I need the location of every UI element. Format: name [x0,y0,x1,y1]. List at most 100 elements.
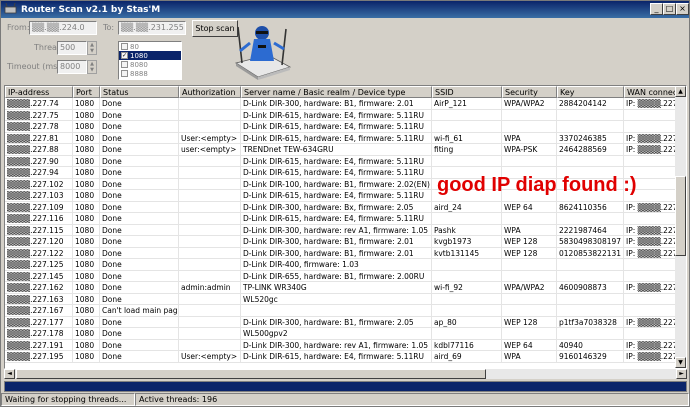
timeout-input[interactable]: 8000 [57,60,87,74]
cell-server-name: D-Link DIR-615, hardware: E4, firmware: … [241,351,432,363]
cell-ssid: fiting [432,144,502,156]
cell-authorization [179,224,241,236]
checkbox-icon[interactable] [121,43,128,50]
cell-key [557,293,624,305]
table-row[interactable]: ▒▒▒▒.227.145 1080 Done D-Link DIR-655, hard… [5,270,679,282]
cell-wan [624,259,679,271]
table-row[interactable]: ▒▒▒▒.227.195 1080 Done User:<empty> D-Link D… [5,351,679,363]
cell-ssid [432,121,502,133]
title-bar[interactable]: Router Scan v2.1 by Stas'M _ □ × [1,1,689,18]
table-row[interactable]: ▒▒▒▒.227.178 1080 Done WL500gpv2 [5,328,679,340]
cell-port: 1080 [73,155,100,167]
maximize-button[interactable]: □ [663,3,676,15]
threads-spinner[interactable]: ▲ ▼ [87,41,97,55]
table-row[interactable]: ▒▒▒▒.227.116 1080 Done D-Link DIR-615, hard… [5,213,679,225]
checkbox-icon[interactable] [121,61,128,68]
table-row[interactable]: ▒▒▒▒.227.88 1080 Done user:<empty> TRENDnet … [5,144,679,156]
table-row[interactable]: ▒▒▒▒.227.115 1080 Done D-Link DIR-300, hard… [5,224,679,236]
table-row[interactable]: ▒▒▒▒.227.162 1080 Done admin:admin TP-LINK W… [5,282,679,294]
status-bar: Waiting for stopping threads... Active t… [1,393,689,407]
cell-ssid [432,109,502,121]
cell-authorization: User:<empty> [179,132,241,144]
to-input[interactable]: ▒▒.▒▒.231.255 [118,21,186,35]
table-row[interactable]: ▒▒▒▒.227.78 1080 Done D-Link DIR-615, hardw… [5,121,679,133]
cell-authorization [179,328,241,340]
cell-status: Done [100,247,179,259]
timeout-spinner[interactable]: ▲ ▼ [87,60,97,74]
scroll-up-icon[interactable]: ▲ [675,86,686,97]
cell-status: Done [100,190,179,202]
scroll-down-icon[interactable]: ▼ [675,357,686,368]
column-header-ssid[interactable]: SSID [432,86,502,98]
table-row[interactable]: ▒▒▒▒.227.109 1080 Done D-Link DIR-300, hard… [5,201,679,213]
column-header-authorization[interactable]: Authorization [179,86,241,98]
cell-authorization [179,201,241,213]
cell-ip: ▒▒▒▒.227.163 [5,293,73,305]
vertical-scroll-thumb[interactable] [675,176,686,256]
column-header-key[interactable]: Key [557,86,624,98]
cell-ssid: kdbl77116 [432,339,502,351]
cell-key: 9160146329 [557,351,624,363]
cell-status: Done [100,155,179,167]
table-row[interactable]: ▒▒▒▒.227.90 1080 Done D-Link DIR-615, hardw… [5,155,679,167]
table-row[interactable]: ▒▒▒▒.227.177 1080 Done D-Link DIR-300, hard… [5,316,679,328]
cell-ip: ▒▒▒▒.227.145 [5,270,73,282]
threads-input[interactable]: 500 [57,41,87,55]
column-header-server-name[interactable]: Server name / Basic realm / Device type [241,86,432,98]
cell-ssid [432,305,502,317]
cell-port: 1080 [73,351,100,363]
cell-ssid: kvtb131145 [432,247,502,259]
port-item-1080[interactable]: ✓ 1080 [119,51,181,60]
column-header-port[interactable]: Port [73,86,100,98]
table-row[interactable]: ▒▒▒▒.227.74 1080 Done D-Link DIR-300, hardw… [5,98,679,110]
window-title: Router Scan v2.1 by Stas'M [21,4,161,15]
checkbox-icon[interactable] [121,70,128,77]
port-item-8888[interactable]: 8888 [119,69,181,78]
cell-port: 1080 [73,121,100,133]
column-header-status[interactable]: Status [100,86,179,98]
cell-port: 1080 [73,328,100,340]
cell-ssid: aird_24 [432,201,502,213]
column-header-security[interactable]: Security [502,86,557,98]
cell-wan [624,270,679,282]
scroll-left-icon[interactable]: ◄ [4,369,15,379]
table-row[interactable]: ▒▒▒▒.227.75 1080 Done D-Link DIR-615, hardw… [5,109,679,121]
column-header-wan[interactable]: WAN connection [624,86,679,98]
cell-wan [624,155,679,167]
table-row[interactable]: ▒▒▒▒.227.191 1080 Done D-Link DIR-300, hard… [5,339,679,351]
port-item-80[interactable]: 80 [119,42,181,51]
port-list[interactable]: 80 ✓ 1080 8080 8888 [118,41,182,80]
checkbox-checked-icon[interactable]: ✓ [121,52,128,59]
table-row[interactable]: ▒▒▒▒.227.81 1080 Done User:<empty> D-Link DI… [5,132,679,144]
table-row[interactable]: ▒▒▒▒.227.122 1080 Done D-Link DIR-300, hard… [5,247,679,259]
cell-server-name: D-Link DIR-300, hardware: rev A1, firmwa… [241,224,432,236]
scroll-right-icon[interactable]: ► [676,369,687,379]
stop-scan-button[interactable]: Stop scan [192,20,238,37]
table-row[interactable]: ▒▒▒▒.227.163 1080 Done WL520gc [5,293,679,305]
cell-status: Done [100,351,179,363]
vertical-scrollbar[interactable]: ▲ ▼ [675,86,686,368]
horizontal-scrollbar[interactable]: ◄ ► [4,369,687,379]
horizontal-scroll-thumb[interactable] [16,369,486,379]
table-row[interactable]: ▒▒▒▒.227.125 1080 Done D-Link DIR-400, firm… [5,259,679,271]
from-input[interactable]: ▒▒.▒▒.224.0 [29,21,97,35]
cell-server-name: WL500gpv2 [241,328,432,340]
cell-wan: IP: ▒▒▒▒.227 [624,247,679,259]
port-item-8080[interactable]: 8080 [119,60,181,69]
table-row[interactable]: ▒▒▒▒.227.167 1080 Can't load main page [5,305,679,317]
cell-wan: IP: ▒▒▒▒.227 [624,282,679,294]
close-button[interactable]: × [676,3,689,15]
cell-status: Done [100,132,179,144]
cell-security: WPA [502,224,557,236]
cell-port: 1080 [73,259,100,271]
cell-ip: ▒▒▒▒.227.177 [5,316,73,328]
cell-security [502,259,557,271]
table-row[interactable]: ▒▒▒▒.227.120 1080 Done D-Link DIR-300, hard… [5,236,679,248]
minimize-button[interactable]: _ [650,3,663,15]
results-table[interactable]: IP-address Port Status Authorization Ser… [4,85,687,369]
cell-server-name: TP-LINK WR340G [241,282,432,294]
column-header-ip[interactable]: IP-address [5,86,73,98]
cell-status: Done [100,282,179,294]
cell-server-name: D-Link DIR-300, hardware: B1, firmware: … [241,98,432,110]
timeout-label: Timeout (ms): [7,62,64,71]
